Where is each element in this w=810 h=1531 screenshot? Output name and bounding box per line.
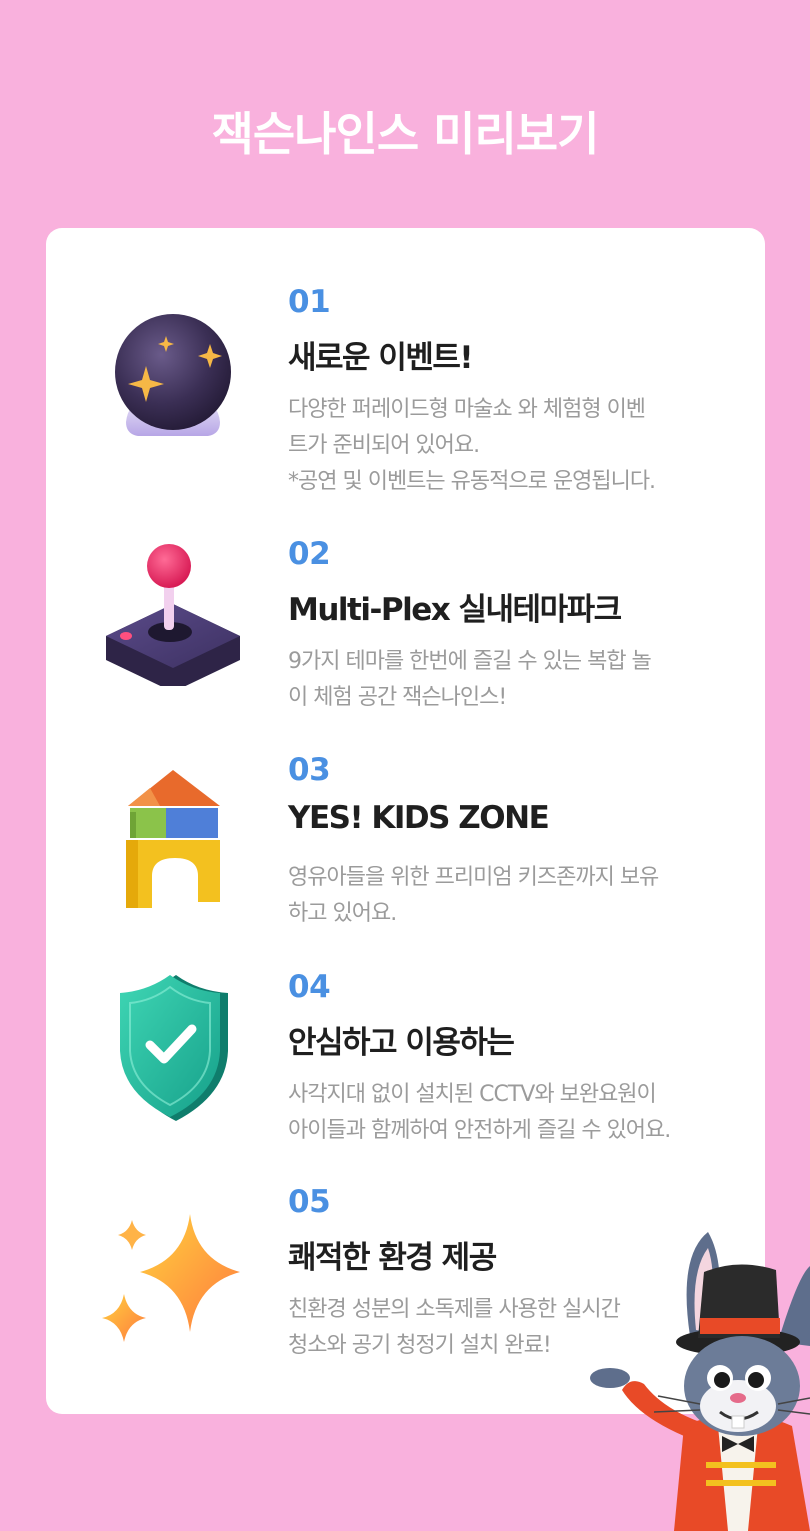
feature-number: 05 bbox=[288, 1184, 331, 1220]
feature-title: Multi-Plex 실내테마파크 bbox=[288, 592, 622, 628]
feature-number: 01 bbox=[288, 284, 331, 320]
joystick-icon bbox=[98, 536, 248, 686]
page-title: 잭슨나인스 미리보기 bbox=[211, 107, 600, 161]
rabbit-magician-mascot bbox=[588, 1226, 810, 1531]
sparkles-icon bbox=[98, 1210, 248, 1360]
feature-title: 안심하고 이용하는 bbox=[288, 1025, 515, 1061]
feature-number: 03 bbox=[288, 752, 331, 788]
feature-title: 쾌적한 환경 제공 bbox=[288, 1240, 497, 1276]
feature-number: 04 bbox=[288, 969, 331, 1005]
feature-number: 02 bbox=[288, 536, 331, 572]
shield-check-icon bbox=[98, 971, 248, 1121]
toy-blocks-icon bbox=[98, 766, 248, 916]
feature-title: YES! KIDS ZONE bbox=[288, 800, 550, 836]
feature-description: 사각지대 없이 설치된 CCTV와 보완요원이 아이들과 함께하여 안전하게 즐… bbox=[288, 1082, 671, 1143]
feature-description: 다양한 퍼레이드형 마술쇼 와 체험형 이벤 트가 준비되어 있어요. *공연 … bbox=[288, 397, 656, 494]
feature-description: 9가지 테마를 한번에 즐길 수 있는 복합 놀 이 체험 공간 잭슨나인스! bbox=[288, 649, 652, 710]
crystal-ball-icon bbox=[98, 306, 248, 456]
feature-description: 영유아들을 위한 프리미엄 키즈존까지 보유 하고 있어요. bbox=[288, 865, 659, 926]
feature-title: 새로운 이벤트! bbox=[288, 340, 474, 376]
